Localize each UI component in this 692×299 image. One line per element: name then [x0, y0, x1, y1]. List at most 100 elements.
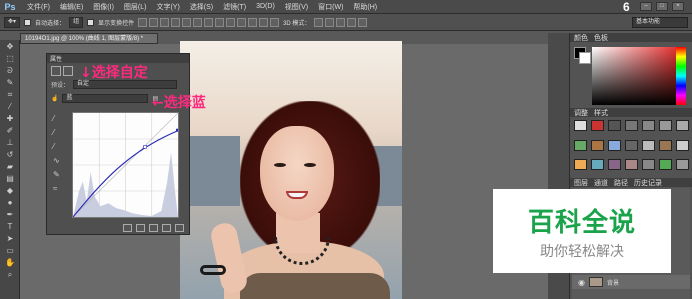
gradient-tool-icon[interactable]: ▤	[3, 173, 17, 184]
quick-select-tool-icon[interactable]: ✎	[3, 77, 17, 88]
style-swatch[interactable]	[659, 159, 672, 171]
3d-scale-icon[interactable]	[358, 17, 368, 27]
dodge-tool-icon[interactable]: ●	[3, 197, 17, 208]
mask-icon[interactable]	[63, 66, 73, 76]
clip-to-layer-icon[interactable]	[123, 224, 132, 232]
distribute-left-icon[interactable]	[237, 17, 247, 27]
auto-align-icon[interactable]	[270, 17, 280, 27]
menu-select[interactable]: 选择(S)	[185, 2, 218, 12]
channel-dropdown[interactable]: 蓝	[62, 93, 149, 103]
align-right-icon[interactable]	[193, 17, 203, 27]
close-icon[interactable]: ×	[672, 2, 684, 11]
move-tool-icon[interactable]: ✥	[3, 41, 17, 52]
visibility-eye-icon[interactable]: ◉	[578, 278, 585, 287]
type-tool-icon[interactable]: T	[3, 221, 17, 232]
layers-tab[interactable]: 图层	[574, 178, 588, 188]
style-swatch[interactable]	[659, 139, 672, 151]
style-swatch[interactable]	[625, 139, 638, 151]
styles-tab[interactable]: 样式	[594, 108, 608, 118]
distribute-top-icon[interactable]	[204, 17, 214, 27]
curves-graph[interactable]	[72, 112, 179, 218]
marquee-tool-icon[interactable]: ⬚	[3, 53, 17, 64]
adjustments-tab[interactable]: 调整	[574, 108, 588, 118]
distribute-vcenter-icon[interactable]	[215, 17, 225, 27]
eyedropper-tool-icon[interactable]: ⁄	[3, 101, 17, 112]
properties-tab[interactable]: 属性	[50, 54, 62, 63]
move-tool-preset[interactable]: ✥▾	[4, 16, 21, 28]
3d-slide-icon[interactable]	[347, 17, 357, 27]
pencil-draw-icon[interactable]: ✎	[53, 170, 63, 180]
lasso-tool-icon[interactable]: ᘐ	[3, 65, 17, 76]
align-top-icon[interactable]	[138, 17, 148, 27]
history-tab[interactable]: 历史记录	[634, 178, 662, 188]
style-swatch[interactable]	[608, 139, 621, 151]
healing-brush-tool-icon[interactable]: ✚	[3, 113, 17, 124]
show-transform-checkbox[interactable]	[87, 18, 95, 26]
style-swatch[interactable]	[591, 139, 604, 151]
background-color[interactable]	[579, 52, 591, 64]
style-swatch[interactable]	[659, 120, 672, 131]
auto-select-dropdown[interactable]: 组	[69, 16, 84, 28]
menu-help[interactable]: 帮助(H)	[348, 2, 382, 12]
menu-type[interactable]: 文字(Y)	[151, 2, 184, 12]
history-brush-tool-icon[interactable]: ↺	[3, 149, 17, 160]
color-tab[interactable]: 颜色	[574, 33, 588, 43]
eraser-tool-icon[interactable]: ▰	[3, 161, 17, 172]
style-swatch[interactable]	[591, 159, 604, 171]
style-swatch[interactable]	[676, 139, 689, 151]
style-swatch[interactable]	[625, 120, 638, 131]
distribute-right-icon[interactable]	[259, 17, 269, 27]
zoom-tool-icon[interactable]: ⌕	[3, 269, 17, 280]
minimize-icon[interactable]: –	[640, 2, 652, 11]
align-bottom-icon[interactable]	[160, 17, 170, 27]
trash-icon[interactable]	[175, 224, 184, 232]
document-image[interactable]	[180, 41, 402, 299]
auto-select-checkbox[interactable]	[24, 18, 32, 26]
3d-rotate-icon[interactable]	[314, 17, 324, 27]
clone-stamp-tool-icon[interactable]: ⊥	[3, 137, 17, 148]
hue-slider[interactable]	[676, 47, 686, 105]
menu-layer[interactable]: 图层(L)	[119, 2, 152, 12]
gray-point-eyedropper-icon[interactable]: ⁄	[53, 128, 63, 138]
swatches-tab[interactable]: 色板	[594, 33, 608, 43]
style-swatch[interactable]	[642, 120, 655, 131]
hand-tool-icon[interactable]: ✋	[3, 257, 17, 268]
path-select-tool-icon[interactable]: ➤	[3, 233, 17, 244]
target-adjust-icon[interactable]: ☝	[51, 95, 58, 102]
crop-tool-icon[interactable]: ⌗	[3, 89, 17, 100]
menu-view[interactable]: 视图(V)	[280, 2, 313, 12]
style-swatch[interactable]	[642, 139, 655, 151]
3d-roll-icon[interactable]	[325, 17, 335, 27]
menu-filter[interactable]: 滤镜(T)	[218, 2, 251, 12]
shape-tool-icon[interactable]: ▭	[3, 245, 17, 256]
distribute-hcenter-icon[interactable]	[248, 17, 258, 27]
style-swatch[interactable]	[608, 120, 621, 131]
brush-tool-icon[interactable]: ✐	[3, 125, 17, 136]
document-tab[interactable]: 10194O1.jpg @ 100% (曲线 1, 图层蒙版/8) *	[20, 33, 158, 44]
style-swatch[interactable]	[642, 159, 655, 171]
style-swatch[interactable]	[676, 120, 689, 131]
pen-tool-icon[interactable]: ✒	[3, 209, 17, 220]
style-swatch[interactable]	[574, 159, 587, 171]
visibility-eye-icon[interactable]	[162, 224, 171, 232]
align-hcenter-icon[interactable]	[182, 17, 192, 27]
curve-edit-icon[interactable]: ∿	[53, 156, 63, 166]
reset-icon[interactable]	[149, 224, 158, 232]
curves-adjustment-icon[interactable]	[51, 66, 61, 76]
black-point-eyedropper-icon[interactable]: ⁄	[53, 114, 63, 124]
style-swatch[interactable]	[608, 159, 621, 171]
menu-3d[interactable]: 3D(D)	[251, 3, 280, 10]
smooth-icon[interactable]: ≈	[53, 184, 63, 194]
view-previous-icon[interactable]	[136, 224, 145, 232]
white-point-eyedropper-icon[interactable]: ⁄	[53, 142, 63, 152]
align-vcenter-icon[interactable]	[149, 17, 159, 27]
maximize-icon[interactable]: □	[656, 2, 668, 11]
align-left-icon[interactable]	[171, 17, 181, 27]
menu-edit[interactable]: 编辑(E)	[55, 2, 88, 12]
channels-tab[interactable]: 通道	[594, 178, 608, 188]
color-spectrum[interactable]	[592, 47, 686, 105]
layer-row[interactable]: ◉ 背景	[572, 275, 690, 289]
style-swatch[interactable]	[574, 120, 587, 131]
3d-pan-icon[interactable]	[336, 17, 346, 27]
style-swatch[interactable]	[591, 120, 604, 131]
